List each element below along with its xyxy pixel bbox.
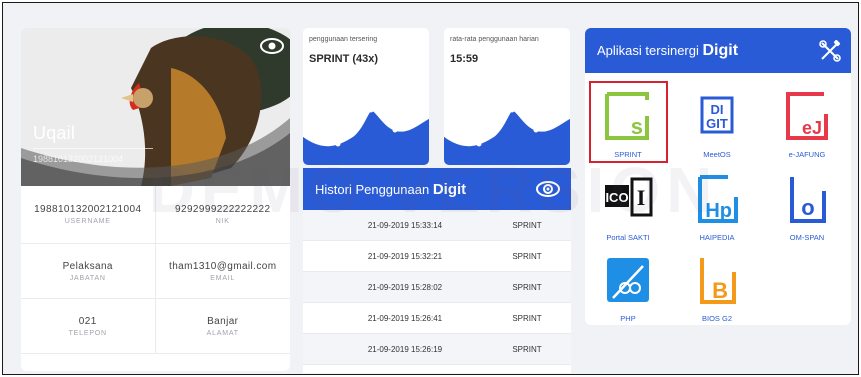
history-row: 21-09-2019 15:33:14 SPRINT [303, 210, 571, 241]
profile-hero: Uqail 198810132002121004 [21, 28, 290, 186]
tools-icon[interactable] [818, 39, 842, 63]
nik-value: 9292999222222222 [175, 204, 271, 215]
profile-fields: 198810132002121004 USERNAME 929299922222… [21, 186, 290, 354]
history-datetime: 21-09-2019 15:26:19 [367, 344, 443, 354]
telepon-cell: 021 TELEPON [21, 299, 156, 353]
stat-value: 15:59 [450, 53, 479, 65]
history-title-text: Histori Penggunaan [315, 182, 430, 197]
sparkline-decoration [444, 107, 570, 165]
history-datetime: 21-09-2019 15:32:21 [367, 251, 443, 261]
stat-label: penggunaan tersering [309, 36, 378, 43]
app-label: PHP [620, 314, 636, 323]
email-cell: tham1310@gmail.com EMAIL [156, 244, 291, 298]
sprint-icon: s [605, 92, 649, 140]
app-tile-haipedia[interactable]: Hp HAIPEDIA [676, 171, 758, 242]
app-frame: Uqail 198810132002121004 198810132002121… [2, 2, 859, 375]
telepon-label: TELEPON [68, 329, 107, 337]
history-title: Histori Penggunaan Digit [315, 181, 466, 198]
email-value: tham1310@gmail.com [169, 260, 277, 272]
history-row: 21-09-2019 15:32:21 SPRINT [303, 241, 571, 272]
sprint-glyph: s [631, 114, 643, 139]
portal-sakti-icon: ICO I [605, 177, 653, 219]
stat-card-most-used: penggunaan tersering SPRINT (43x) [303, 28, 429, 165]
history-panel: Histori Penggunaan Digit 21-09-2019 15:3… [303, 168, 571, 373]
meetos-icon: DI GIT [700, 96, 734, 134]
profile-divider [33, 148, 153, 149]
apps-header: Aplikasi tersinergi Digit [585, 28, 851, 73]
jabatan-label: JABATAN [69, 274, 106, 282]
stat-label: rata-rata penggunaan harian [450, 36, 539, 43]
history-row: 21-09-2019 15:26:19 SPRINT [303, 334, 571, 365]
history-row: 21-09-2019 15:28:02 SPRINT [303, 272, 571, 303]
stat-card-daily-average: rata-rata penggunaan harian 15:59 [444, 28, 570, 165]
profile-name: Uqail [33, 123, 76, 143]
svg-text:DI: DI [711, 102, 724, 117]
app-tile-php[interactable]: PHP [587, 252, 669, 323]
profile-id: 198810132002121004 [33, 154, 124, 164]
profile-row: 198810132002121004 USERNAME 929299922222… [21, 186, 290, 244]
history-brand: Digit [432, 181, 467, 198]
history-app: SPRINT [512, 251, 542, 261]
alamat-value: Banjar [207, 315, 239, 327]
history-datetime: 21-09-2019 15:28:02 [367, 282, 443, 292]
history-app: SPRINT [512, 344, 542, 354]
apps-brand: Digit [702, 42, 739, 59]
php-icon [607, 258, 649, 302]
app-tile-portal-sakti[interactable]: ICO I Portal SAKTI [587, 171, 669, 242]
jabatan-value: Pelaksana [62, 260, 113, 272]
svg-text:GIT: GIT [706, 116, 728, 131]
app-tile-sprint[interactable]: s SPRINT [587, 88, 669, 159]
nik-label: NIK [215, 218, 230, 225]
apps-title-text: Aplikasi tersinergi [597, 43, 699, 58]
email-label: EMAIL [210, 274, 236, 282]
app-label: Portal SAKTI [606, 233, 650, 242]
app-tile-ejafung[interactable]: eJ e-JAFUNG [766, 88, 848, 159]
om-span-glyph: o [801, 195, 814, 220]
alamat-cell: Banjar ALAMAT [156, 299, 291, 353]
username-cell: 198810132002121004 USERNAME [21, 186, 156, 243]
username-value: 198810132002121004 [34, 204, 142, 215]
jabatan-cell: Pelaksana JABATAN [21, 244, 156, 298]
history-datetime: 21-09-2019 15:33:14 [367, 220, 443, 230]
app-label: BIOS G2 [701, 314, 732, 323]
app-label: e-JAFUNG [788, 150, 826, 159]
profile-row: 021 TELEPON Banjar ALAMAT [21, 299, 290, 354]
app-label: MeetOS [703, 150, 731, 159]
ejafung-glyph: eJ [802, 118, 822, 138]
history-row: 21-09-2019 15:26:41 SPRINT [303, 303, 571, 334]
apps-panel: Aplikasi tersinergi Digit s SPRINT DI GI… [585, 28, 851, 325]
telepon-value: 021 [78, 315, 97, 327]
history-header: Histori Penggunaan Digit [303, 168, 571, 210]
svg-text:ICO: ICO [605, 190, 628, 205]
apps-title: Aplikasi tersinergi Digit [597, 42, 738, 60]
bios-g2-glyph: B [712, 278, 728, 303]
history-app: SPRINT [512, 313, 542, 323]
history-app: SPRINT [512, 220, 542, 230]
username-label: USERNAME [64, 218, 111, 225]
app-label: HAIPEDIA [699, 233, 735, 242]
nik-cell: 9292999222222222 NIK [156, 186, 291, 243]
eye-icon[interactable] [259, 36, 285, 56]
profile-card: Uqail 198810132002121004 198810132002121… [21, 28, 290, 371]
history-datetime: 21-09-2019 15:26:41 [367, 313, 443, 323]
profile-row: Pelaksana JABATAN tham1310@gmail.com EMA… [21, 244, 290, 299]
history-list: 21-09-2019 15:33:14 SPRINT 21-09-2019 15… [303, 210, 571, 365]
haipedia-icon: Hp [698, 175, 738, 223]
haipedia-glyph: Hp [705, 200, 732, 222]
sparkline-decoration [303, 107, 429, 165]
bios-g2-icon: B [700, 258, 736, 304]
om-span-icon: o [790, 177, 826, 223]
eye-icon[interactable] [535, 179, 561, 199]
app-tile-bios-g2[interactable]: B BIOS G2 [676, 252, 758, 323]
alamat-label: ALAMAT [206, 329, 239, 337]
history-app: SPRINT [512, 282, 542, 292]
app-label: SPRINT [614, 150, 642, 159]
app-tile-om-span[interactable]: o OM-SPAN [766, 171, 848, 242]
app-tile-meetos[interactable]: DI GIT MeetOS [676, 88, 758, 159]
svg-text:I: I [637, 185, 646, 210]
ejafung-icon: eJ [786, 92, 828, 140]
app-label: OM-SPAN [789, 233, 825, 242]
stat-value: SPRINT (43x) [309, 53, 379, 65]
